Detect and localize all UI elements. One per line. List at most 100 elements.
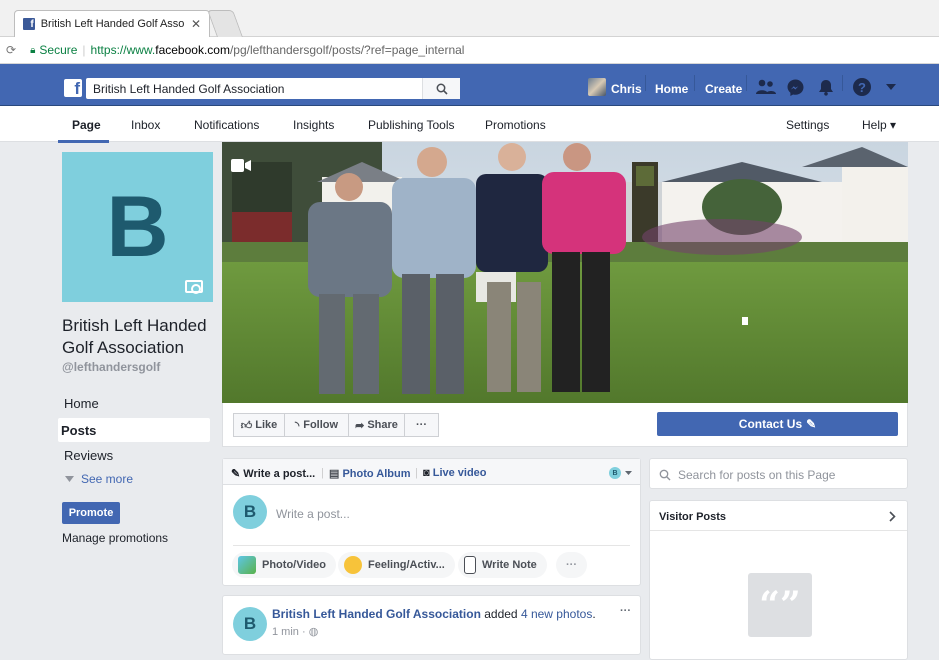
address-bar[interactable]: ⟳ 🔒︎ Secure | https://www.facebook.com/p… <box>0 37 939 64</box>
write-note-label: Write Note <box>482 559 537 571</box>
post-author-avatar[interactable]: B <box>233 607 267 641</box>
reload-icon[interactable]: ⟳ <box>6 43 16 57</box>
url-prefix: https://www. <box>90 43 156 57</box>
page-title: British Left Handed Golf Association <box>62 316 207 357</box>
tab-inbox[interactable]: Inbox <box>131 118 160 132</box>
post-timestamp[interactable]: 1 min · ◍ <box>272 625 318 638</box>
friend-requests-icon[interactable] <box>756 79 776 95</box>
divider <box>650 530 907 531</box>
facebook-logo-icon[interactable]: f <box>64 79 82 97</box>
post-options-button[interactable]: ··· <box>620 605 631 617</box>
cover-photo-image <box>222 142 908 403</box>
video-camera-icon[interactable] <box>231 159 251 172</box>
account-menu-icon[interactable] <box>886 84 896 90</box>
rss-icon: ◝ <box>294 419 300 432</box>
post-card: B British Left Handed Golf Association a… <box>222 595 641 655</box>
secure-label: Secure <box>39 43 78 57</box>
cover-photo[interactable] <box>222 142 908 403</box>
user-avatar[interactable] <box>588 78 606 96</box>
tab-live-video[interactable]: ◙ Live video <box>423 467 487 479</box>
url-text[interactable]: https://www.facebook.com/pg/lefthandersg… <box>91 43 465 57</box>
tab-notifications[interactable]: Notifications <box>194 118 259 132</box>
post-time: 1 min · <box>272 626 306 638</box>
active-tab-underline <box>58 140 109 143</box>
tab-photo-album[interactable]: ▤ Photo Album <box>329 467 411 480</box>
photo-video-label: Photo/Video <box>262 559 326 571</box>
photo-video-button[interactable]: Photo/Video <box>232 552 336 578</box>
browser-tab-active[interactable]: f British Left Handed Golf Asso ✕ <box>14 10 210 37</box>
global-search-input[interactable]: British Left Handed Golf Association <box>86 78 460 99</box>
create-link[interactable]: Create <box>705 82 742 96</box>
close-tab-icon[interactable]: ✕ <box>191 17 201 31</box>
global-search-value: British Left Handed Golf Association <box>93 81 285 96</box>
like-label: Like <box>255 419 278 431</box>
feeling-label: Feeling/Activ... <box>368 559 445 571</box>
photo-icon <box>238 556 256 574</box>
url-divider: | <box>82 43 86 57</box>
search-button[interactable] <box>422 78 460 99</box>
post-header: British Left Handed Golf Association add… <box>272 607 596 621</box>
more-actions-button[interactable]: ··· <box>404 413 439 437</box>
post-action-text: added <box>480 607 521 621</box>
note-icon <box>464 556 476 574</box>
browser-tab-strip: f British Left Handed Golf Asso ✕ <box>0 0 939 37</box>
feeling-activity-button[interactable]: Feeling/Activ... <box>338 552 455 578</box>
post-photos-link[interactable]: 4 new photos <box>521 607 592 621</box>
lock-icon: 🔒︎ <box>30 44 36 56</box>
thumbs-up-icon: 👍︎ <box>240 419 253 432</box>
chevron-right-icon[interactable] <box>889 511 896 522</box>
globe-icon: ◍ <box>308 626 319 638</box>
search-posts-box[interactable]: Search for posts on this Page <box>649 458 908 489</box>
new-tab-button[interactable] <box>207 10 243 37</box>
post-author-link[interactable]: British Left Handed Golf Association <box>272 607 481 621</box>
tab-page[interactable]: Page <box>72 118 101 132</box>
follow-button[interactable]: ◝ Follow <box>284 413 349 437</box>
sidebar-item-reviews[interactable]: Reviews <box>64 448 113 463</box>
posting-as-dropdown-icon[interactable] <box>625 471 632 475</box>
contact-label: Contact Us <box>738 417 803 431</box>
live-video-icon: ◙ <box>423 467 430 479</box>
share-arrow-icon: ➦ <box>355 419 365 432</box>
sidebar-item-posts[interactable]: Posts <box>58 418 210 442</box>
url-path: /pg/lefthandersgolf/posts/?ref=page_inte… <box>229 43 465 57</box>
share-button[interactable]: ➦ Share <box>348 413 405 437</box>
page-action-bar: 👍︎ Like ◝ Follow ➦ Share ··· Contact Us ✎ <box>222 403 908 447</box>
manage-promotions-link[interactable]: Manage promotions <box>62 531 168 545</box>
search-icon <box>436 83 448 95</box>
url-domain: facebook.com <box>155 43 230 57</box>
chevron-down-icon <box>65 476 74 482</box>
tab-insights[interactable]: Insights <box>293 118 334 132</box>
messenger-icon[interactable] <box>787 79 804 96</box>
see-more-link[interactable]: See more <box>81 472 133 486</box>
tab-settings[interactable]: Settings <box>786 118 829 132</box>
tab-help[interactable]: Help ▾ <box>862 118 896 132</box>
photo-album-icon: ▤ <box>329 468 340 480</box>
more-composer-options[interactable]: ··· <box>556 552 587 578</box>
camera-icon[interactable] <box>185 280 203 294</box>
user-name-link[interactable]: Chris <box>611 82 642 96</box>
tab-promotions[interactable]: Promotions <box>485 118 546 132</box>
promote-button[interactable]: Promote <box>62 502 120 524</box>
notifications-bell-icon[interactable] <box>818 79 834 96</box>
tab-publishing-tools[interactable]: Publishing Tools <box>368 118 455 132</box>
write-note-button[interactable]: Write Note <box>458 552 547 578</box>
visitor-posts-panel: Visitor Posts “” <box>649 500 908 660</box>
facebook-favicon-icon: f <box>23 18 35 30</box>
contact-us-button[interactable]: Contact Us ✎ <box>657 412 898 436</box>
post-suffix: . <box>592 607 596 621</box>
tab-write-post[interactable]: ✎ Write a post... <box>231 467 315 480</box>
search-posts-input[interactable]: Search for posts on this Page <box>678 468 835 482</box>
composer-input[interactable]: Write a post... <box>276 507 350 521</box>
home-link[interactable]: Home <box>655 82 688 96</box>
live-video-label: Live video <box>432 467 487 479</box>
help-icon[interactable]: ? <box>853 78 871 96</box>
like-button[interactable]: 👍︎ Like <box>233 413 285 437</box>
profile-picture[interactable]: B <box>62 152 213 302</box>
divider <box>233 545 630 546</box>
visitor-posts-title[interactable]: Visitor Posts <box>659 511 726 523</box>
posting-as-avatar[interactable]: B <box>609 467 621 479</box>
sidebar-item-home[interactable]: Home <box>64 396 99 411</box>
write-post-label: Write a post... <box>243 468 316 480</box>
tab-divider: | <box>415 467 418 479</box>
photo-album-label: Photo Album <box>342 468 411 480</box>
